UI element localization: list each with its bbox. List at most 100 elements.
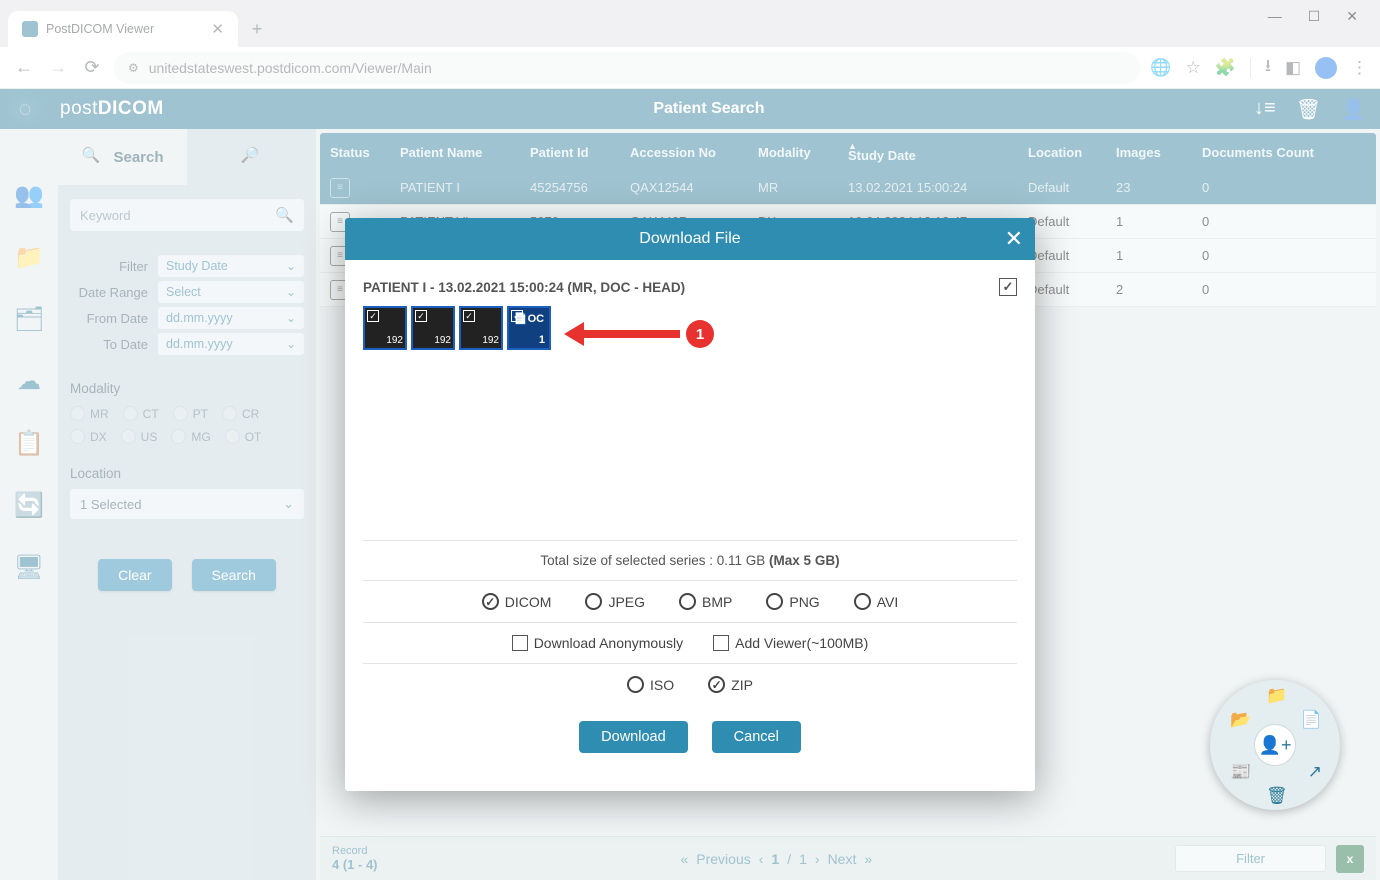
radial-menu[interactable]: 📁 📂 📄 📰 ↗ 🗑 👤+: [1210, 680, 1340, 810]
series-thumb[interactable]: ✓192: [411, 306, 455, 350]
page-title: Patient Search: [164, 100, 1254, 118]
modality-ct[interactable]: CT: [123, 406, 159, 421]
modality-us[interactable]: US: [121, 429, 158, 444]
downloads-icon[interactable]: ⭳: [1265, 53, 1271, 82]
rail-patients-icon[interactable]: 👥: [13, 179, 45, 211]
th-img[interactable]: Images: [1116, 145, 1202, 160]
tab-advanced-search[interactable]: 🔎: [187, 129, 316, 185]
pager-next[interactable]: Next: [828, 851, 857, 867]
pager-prev-icon[interactable]: ‹: [759, 851, 764, 867]
browser-tab[interactable]: PostDICOM Viewer ✕: [8, 11, 238, 47]
format-jpeg[interactable]: JPEG: [585, 593, 645, 610]
fromdate-input[interactable]: dd.mm.yyyy⌄: [158, 307, 304, 329]
th-mod[interactable]: Modality: [758, 145, 848, 160]
modality-pt[interactable]: PT: [173, 406, 208, 421]
anon-checkbox[interactable]: Download Anonymously: [512, 635, 683, 651]
reload-icon[interactable]: ⟳: [80, 56, 104, 80]
sidepanel-icon[interactable]: ◧: [1285, 58, 1301, 78]
site-settings-icon[interactable]: ⚙: [128, 61, 139, 75]
rail-cards-icon[interactable]: 🗂: [13, 303, 45, 335]
address-bar[interactable]: ⚙ unitedstateswest.postdicom.com/Viewer/…: [114, 52, 1140, 84]
cancel-button[interactable]: Cancel: [712, 721, 801, 753]
rail-upload-icon[interactable]: ☁: [13, 365, 45, 397]
pager-last-icon[interactable]: »: [864, 851, 872, 867]
rail-list-search-icon[interactable]: 📋: [13, 427, 45, 459]
pager-prev[interactable]: Previous: [696, 851, 750, 867]
th-doc[interactable]: Documents Count: [1202, 145, 1366, 160]
radial-report-icon[interactable]: 📰: [1230, 762, 1251, 782]
select-all-checkbox[interactable]: ✓: [999, 278, 1017, 296]
filter-select[interactable]: Study Date⌄: [158, 255, 304, 277]
table-row[interactable]: ≡PATIENT I45254756QAX12544MR13.02.2021 1…: [320, 171, 1376, 205]
addviewer-checkbox[interactable]: Add Viewer(~100MB): [713, 635, 868, 651]
annotation-badge: 1: [686, 320, 714, 348]
back-icon[interactable]: ←: [12, 56, 36, 80]
format-avi[interactable]: AVI: [854, 593, 899, 610]
chevron-down-icon: ⌄: [286, 311, 296, 325]
location-heading: Location: [70, 466, 304, 481]
radial-document-icon[interactable]: 📄: [1301, 710, 1322, 730]
tab-search[interactable]: 🔍 Search: [58, 129, 187, 185]
rail-screens-icon[interactable]: 🖥: [13, 551, 45, 583]
rail-sync-icon[interactable]: 🔄: [13, 489, 45, 521]
series-thumb[interactable]: ✓192: [459, 306, 503, 350]
location-select[interactable]: 1 Selected ⌄: [70, 489, 304, 519]
window-close-icon[interactable]: ✕: [1346, 8, 1358, 25]
sort-icon[interactable]: ↓≡: [1254, 97, 1276, 122]
format-png[interactable]: PNG: [766, 593, 819, 610]
clear-button[interactable]: Clear: [98, 559, 171, 591]
modal-close-icon[interactable]: ✕: [1005, 226, 1023, 252]
modality-heading: Modality: [70, 381, 304, 396]
new-tab-button[interactable]: +: [242, 14, 272, 44]
pager-next-icon[interactable]: ›: [815, 851, 820, 867]
extensions-icon[interactable]: 🧩: [1215, 58, 1236, 78]
series-thumb[interactable]: ✓192: [363, 306, 407, 350]
tab-favicon: [22, 21, 38, 37]
keyword-search-icon[interactable]: 🔍: [275, 206, 294, 224]
modality-dx[interactable]: DX: [70, 429, 107, 444]
filter-label: Filter: [70, 259, 158, 274]
modality-cr[interactable]: CR: [222, 406, 259, 421]
todate-label: To Date: [70, 337, 158, 352]
forward-icon[interactable]: →: [46, 56, 70, 80]
radial-folder-icon[interactable]: 📁: [1266, 686, 1287, 706]
profile-avatar[interactable]: [1315, 57, 1337, 79]
th-status[interactable]: Status: [330, 145, 400, 160]
modality-ot[interactable]: OT: [225, 429, 262, 444]
keyword-input[interactable]: Keyword 🔍: [70, 199, 304, 231]
radial-addfolder-icon[interactable]: 📂: [1230, 710, 1251, 730]
th-date[interactable]: ▲Study Date: [848, 141, 1028, 163]
series-thumb-doc[interactable]: ✓📄OC1: [507, 306, 551, 350]
download-button[interactable]: Download: [579, 721, 688, 753]
window-minimize-icon[interactable]: —: [1268, 8, 1282, 25]
rail-folder-icon[interactable]: 📁: [13, 241, 45, 273]
user-icon[interactable]: 👤: [1341, 97, 1366, 122]
bookmark-icon[interactable]: ☆: [1186, 58, 1201, 78]
filter-button[interactable]: Filter: [1175, 845, 1326, 872]
search-button[interactable]: Search: [192, 559, 276, 591]
format-bmp[interactable]: BMP: [679, 593, 732, 610]
radial-delete-icon[interactable]: 🗑: [1266, 786, 1288, 806]
radial-share-icon[interactable]: ↗: [1308, 762, 1322, 782]
archive-zip[interactable]: ZIP: [708, 676, 753, 693]
modality-mg[interactable]: MG: [171, 429, 210, 444]
todate-input[interactable]: dd.mm.yyyy⌄: [158, 333, 304, 355]
window-maximize-icon[interactable]: ☐: [1308, 8, 1321, 25]
modality-mr[interactable]: MR: [70, 406, 109, 421]
daterange-select[interactable]: Select⌄: [158, 281, 304, 303]
format-dicom[interactable]: DICOM: [482, 593, 552, 610]
th-id[interactable]: Patient Id: [530, 145, 630, 160]
pager-first-icon[interactable]: «: [680, 851, 688, 867]
tab-close-icon[interactable]: ✕: [211, 20, 224, 38]
export-excel-icon[interactable]: x: [1336, 845, 1364, 873]
translate-icon[interactable]: 🌐: [1150, 58, 1171, 78]
menu-icon[interactable]: ⋮: [1351, 58, 1368, 78]
th-name[interactable]: Patient Name: [400, 145, 530, 160]
record-label: Record: [332, 845, 378, 857]
radial-center-icon[interactable]: 👤+: [1254, 724, 1296, 766]
thumb-check-icon: ✓: [415, 310, 427, 322]
archive-iso[interactable]: ISO: [627, 676, 674, 693]
th-loc[interactable]: Location: [1028, 145, 1116, 160]
trash-icon[interactable]: 🗑: [1296, 97, 1321, 122]
th-acc[interactable]: Accession No: [630, 145, 758, 160]
